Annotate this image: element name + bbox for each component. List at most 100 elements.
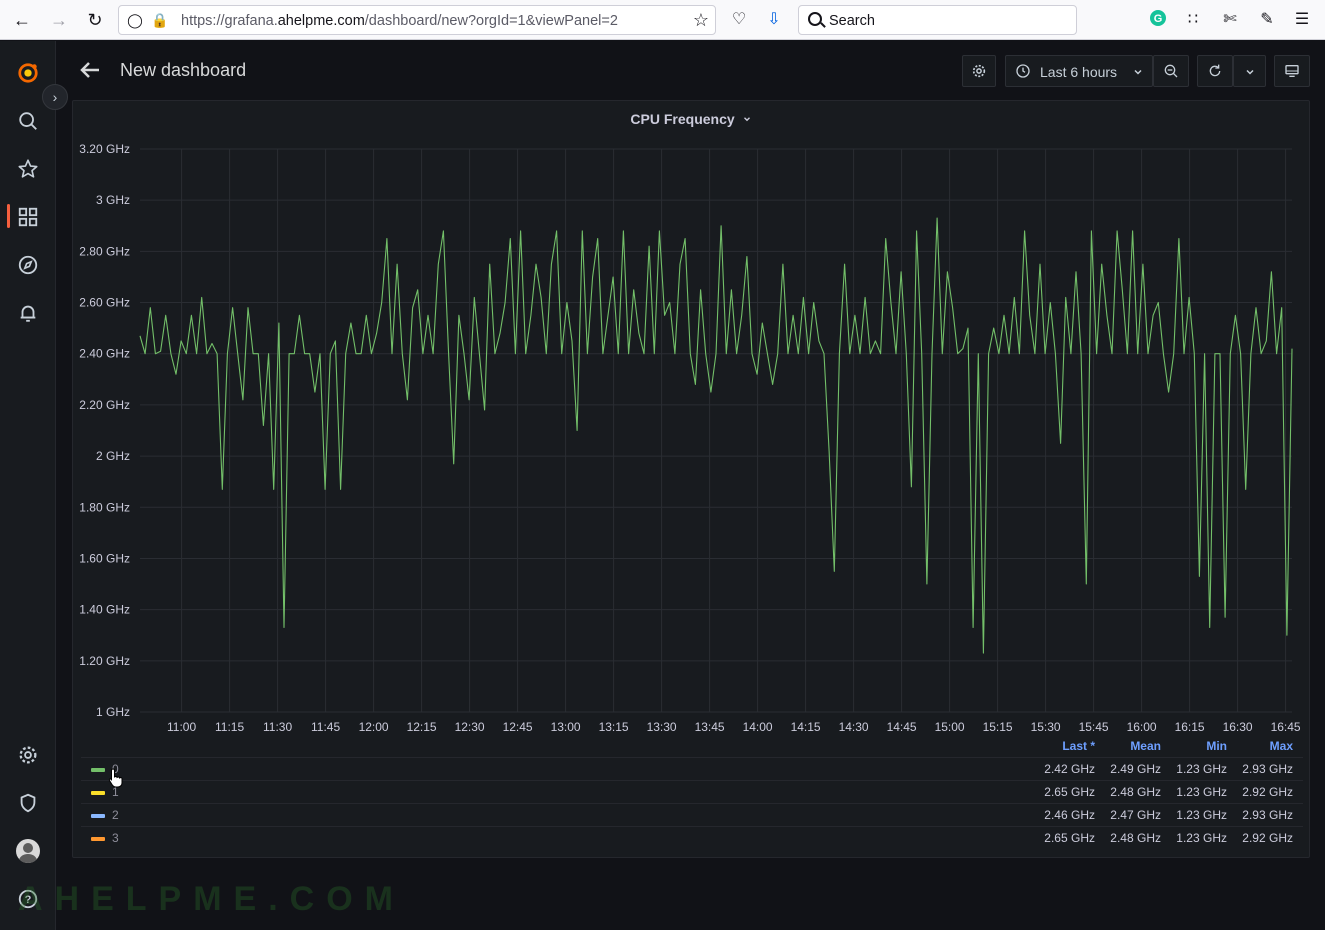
- legend-last-value: 2.42 GHz: [1044, 762, 1095, 776]
- zoom-out-icon: [1164, 64, 1178, 78]
- refresh-button[interactable]: [1197, 55, 1233, 87]
- legend-header-mean[interactable]: Mean: [1107, 739, 1161, 753]
- legend-row-series-0[interactable]: 0 2.42 GHz 2.49 GHz 1.23 GHz 2.93 GHz: [81, 757, 1303, 780]
- x-tick-label: 15:15: [983, 720, 1013, 734]
- y-tick-label: 2.80 GHz: [79, 244, 130, 258]
- dashboards-icon[interactable]: [14, 203, 42, 231]
- series-line-0[interactable]: [139, 217, 1293, 654]
- x-tick-label: 11:15: [215, 720, 244, 734]
- url-text[interactable]: https://grafana.ahelpme.com/dashboard/ne…: [181, 13, 618, 29]
- grafana-side-menu: ?: [0, 41, 56, 930]
- refresh-interval-dropdown[interactable]: [1233, 55, 1266, 87]
- legend-header-last[interactable]: Last *: [1041, 739, 1095, 753]
- x-tick-label: 15:45: [1079, 720, 1109, 734]
- legend-row-series-1[interactable]: 1 2.65 GHz 2.48 GHz 1.23 GHz 2.92 GHz: [81, 780, 1303, 803]
- user-avatar[interactable]: [16, 839, 40, 863]
- y-tick-label: 3.20 GHz: [79, 142, 130, 156]
- x-tick-label: 12:30: [455, 720, 485, 734]
- legend-last-value: 2.65 GHz: [1044, 785, 1095, 799]
- legend-mean-value: 2.49 GHz: [1110, 762, 1161, 776]
- legend-last-value: 2.46 GHz: [1044, 808, 1095, 822]
- legend-min-value: 1.23 GHz: [1176, 762, 1227, 776]
- shield-icon[interactable]: ◯: [127, 12, 143, 28]
- time-range-label: Last 6 hours: [1040, 64, 1118, 80]
- expand-menu-chevron-icon[interactable]: ›: [42, 84, 68, 110]
- legend-color-swatch[interactable]: [91, 814, 105, 818]
- search-bar[interactable]: Search: [798, 5, 1077, 35]
- x-tick-label: 12:00: [359, 720, 389, 734]
- y-tick-label: 1.40 GHz: [79, 603, 130, 617]
- download-icon[interactable]: ⇩: [763, 9, 785, 31]
- tv-mode-button[interactable]: [1274, 55, 1310, 87]
- legend-mean-value: 2.48 GHz: [1110, 785, 1161, 799]
- server-admin-shield-icon[interactable]: [14, 789, 42, 817]
- series-lines: [139, 217, 1293, 654]
- y-tick-label: 1.80 GHz: [79, 500, 130, 514]
- forward-arrow-icon[interactable]: →: [47, 8, 71, 32]
- hamburger-menu-icon[interactable]: ☰: [1291, 9, 1313, 31]
- time-range-picker[interactable]: Last 6 hours: [1005, 55, 1153, 87]
- svg-text:G: G: [1154, 13, 1163, 25]
- y-axis-tick-labels: 1 GHz 1.20 GHz 1.40 GHz 1.60 GHz 1.80 GHz 2 G…: [79, 142, 130, 719]
- settings-gear-icon[interactable]: [14, 741, 42, 769]
- cpu-frequency-chart[interactable]: 1 GHz 1.20 GHz 1.40 GHz 1.60 GHz 1.80 GHz 2 G…: [73, 101, 1311, 741]
- explore-compass-icon[interactable]: [14, 251, 42, 279]
- legend-max-value: 2.93 GHz: [1242, 762, 1293, 776]
- x-tick-label: 16:45: [1271, 720, 1301, 734]
- y-tick-label: 1.20 GHz: [79, 654, 130, 668]
- legend-max-value: 2.92 GHz: [1242, 831, 1293, 845]
- legend-header-min[interactable]: Min: [1173, 739, 1227, 753]
- legend-mean-value: 2.47 GHz: [1110, 808, 1161, 822]
- url-domain: ahelpme.com: [277, 13, 365, 29]
- starred-icon[interactable]: [14, 155, 42, 183]
- browser-toolbar: ← → ↻ ◯ 🔒 https://grafana.ahelpme.com/da…: [0, 0, 1325, 40]
- legend-color-swatch[interactable]: [91, 791, 105, 795]
- back-arrow-icon[interactable]: ←: [10, 8, 34, 32]
- lock-icon[interactable]: 🔒: [151, 12, 168, 28]
- x-tick-label: 13:15: [599, 720, 629, 734]
- legend-series-name[interactable]: 3: [112, 831, 119, 845]
- dashboard-settings-button[interactable]: [962, 55, 996, 87]
- x-tick-label: 15:00: [935, 720, 965, 734]
- url-bar[interactable]: ◯ 🔒 https://grafana.ahelpme.com/dashboar…: [118, 5, 716, 35]
- legend-max-value: 2.93 GHz: [1242, 808, 1293, 822]
- monitor-icon: [1285, 65, 1299, 77]
- x-tick-label: 14:30: [839, 720, 869, 734]
- search-icon[interactable]: [14, 107, 42, 135]
- x-tick-label: 11:00: [167, 720, 196, 734]
- back-to-dashboard-arrow-icon[interactable]: [78, 58, 102, 82]
- legend-min-value: 1.23 GHz: [1176, 785, 1227, 799]
- legend-max-value: 2.92 GHz: [1242, 785, 1293, 799]
- x-tick-label: 11:45: [311, 720, 340, 734]
- refresh-icon: [1209, 64, 1221, 77]
- search-placeholder: Search: [829, 13, 875, 29]
- legend-row-series-3[interactable]: 3 2.65 GHz 2.48 GHz 1.23 GHz 2.92 GHz: [81, 826, 1303, 849]
- url-path: /dashboard/new?orgId=1&viewPanel=2: [364, 13, 618, 29]
- alerting-bell-icon[interactable]: [14, 299, 42, 327]
- legend-min-value: 1.23 GHz: [1176, 831, 1227, 845]
- legend-header-max[interactable]: Max: [1239, 739, 1293, 753]
- screenshot-icon[interactable]: ✄: [1219, 9, 1241, 31]
- pocket-icon[interactable]: ♡: [728, 9, 750, 31]
- grafana-logo-icon[interactable]: [14, 59, 42, 87]
- zoom-out-button[interactable]: [1153, 55, 1189, 87]
- x-axis-tick-labels: 11:00 11:15 11:30 11:45 12:00 12:15 12:30 12:45…: [167, 720, 1301, 734]
- y-tick-label: 2 GHz: [96, 449, 130, 463]
- legend-color-swatch[interactable]: [91, 768, 105, 772]
- extension-dots-icon[interactable]: ∷: [1182, 9, 1204, 31]
- search-icon: [808, 12, 822, 26]
- grammarly-icon[interactable]: G: [1147, 9, 1169, 31]
- legend-row-series-2[interactable]: 2 2.46 GHz 2.47 GHz 1.23 GHz 2.93 GHz: [81, 803, 1303, 826]
- mouse-pointer-hand-icon: [108, 768, 123, 788]
- x-tick-label: 14:45: [887, 720, 917, 734]
- y-tick-label: 1.60 GHz: [79, 551, 130, 565]
- x-tick-label: 13:30: [647, 720, 677, 734]
- dashboard-title: New dashboard: [120, 60, 247, 80]
- reload-icon[interactable]: ↻: [83, 8, 107, 32]
- extensions-puzzle-icon[interactable]: ✎: [1256, 9, 1278, 31]
- x-tick-label: 11:30: [263, 720, 292, 734]
- legend-series-name[interactable]: 2: [112, 808, 119, 822]
- bookmark-star-icon[interactable]: ☆: [693, 10, 709, 31]
- legend-color-swatch[interactable]: [91, 837, 105, 841]
- gear-icon: [972, 64, 986, 78]
